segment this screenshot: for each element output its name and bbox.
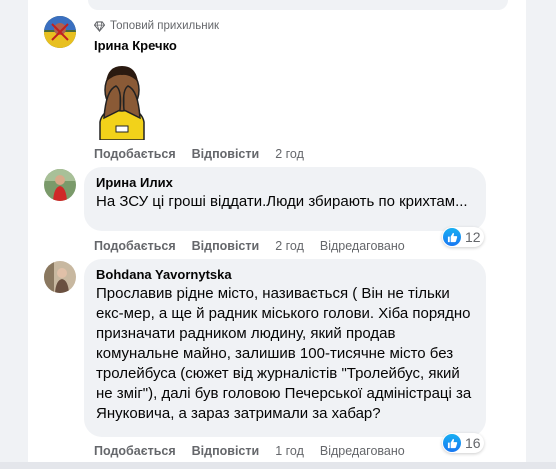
comments-panel: Топовий прихильник Ірина Кречко Подобаєт… bbox=[28, 0, 526, 469]
reply-button[interactable]: Відповісти bbox=[192, 147, 260, 161]
edited-label[interactable]: Відредаговано bbox=[320, 239, 405, 253]
reply-button[interactable]: Відповісти bbox=[192, 239, 260, 253]
avatar[interactable] bbox=[44, 16, 76, 48]
like-button[interactable]: Подобається bbox=[94, 147, 176, 161]
avatar[interactable] bbox=[44, 169, 76, 201]
timestamp[interactable]: 2 год bbox=[275, 147, 304, 161]
comment-bubble: Bohdana Yavornytska Прославив рідне міст… bbox=[84, 259, 486, 437]
reaction-summary[interactable]: 16 bbox=[442, 433, 484, 453]
diamond-badge-icon bbox=[94, 20, 105, 32]
reaction-count: 12 bbox=[465, 229, 481, 245]
face-palm-sticker bbox=[94, 60, 150, 141]
reply-button[interactable]: Відповісти bbox=[192, 444, 260, 458]
author-name[interactable]: Ірина Кречко bbox=[94, 38, 219, 53]
timestamp[interactable]: 2 год bbox=[275, 239, 304, 253]
reaction-count: 16 bbox=[465, 435, 481, 451]
top-fan-badge: Топовий прихильник bbox=[94, 20, 219, 32]
taskbar-edge bbox=[0, 462, 556, 469]
comment-actions: Подобається Відповісти 2 год Відредагова… bbox=[94, 239, 405, 253]
comment-text: На ЗСУ ці гроші віддати.Люди збирають по… bbox=[96, 193, 468, 210]
badge-label: Топовий прихильник bbox=[110, 20, 220, 32]
author-name[interactable]: Ирина Илих bbox=[96, 175, 474, 190]
like-button[interactable]: Подобається bbox=[94, 239, 176, 253]
edited-label[interactable]: Відредаговано bbox=[320, 444, 405, 458]
comment-bubble: Ирина Илих На ЗСУ ці гроші віддати.Люди … bbox=[84, 167, 486, 231]
reaction-summary[interactable]: 12 bbox=[442, 227, 484, 247]
thumbs-up-icon bbox=[443, 228, 461, 246]
previous-comment-bubble-edge bbox=[88, 0, 508, 10]
comment-actions: Подобається Відповісти 2 год bbox=[94, 147, 304, 161]
comment-actions: Подобається Відповісти 1 год Відредагова… bbox=[94, 444, 405, 458]
author-name[interactable]: Bohdana Yavornytska bbox=[96, 267, 474, 282]
thumbs-up-icon bbox=[443, 434, 461, 452]
timestamp[interactable]: 1 год bbox=[275, 444, 304, 458]
avatar[interactable] bbox=[44, 261, 76, 293]
comment-text: Прославив рідне місто, називається ( Він… bbox=[96, 285, 472, 422]
like-button[interactable]: Подобається bbox=[94, 444, 176, 458]
